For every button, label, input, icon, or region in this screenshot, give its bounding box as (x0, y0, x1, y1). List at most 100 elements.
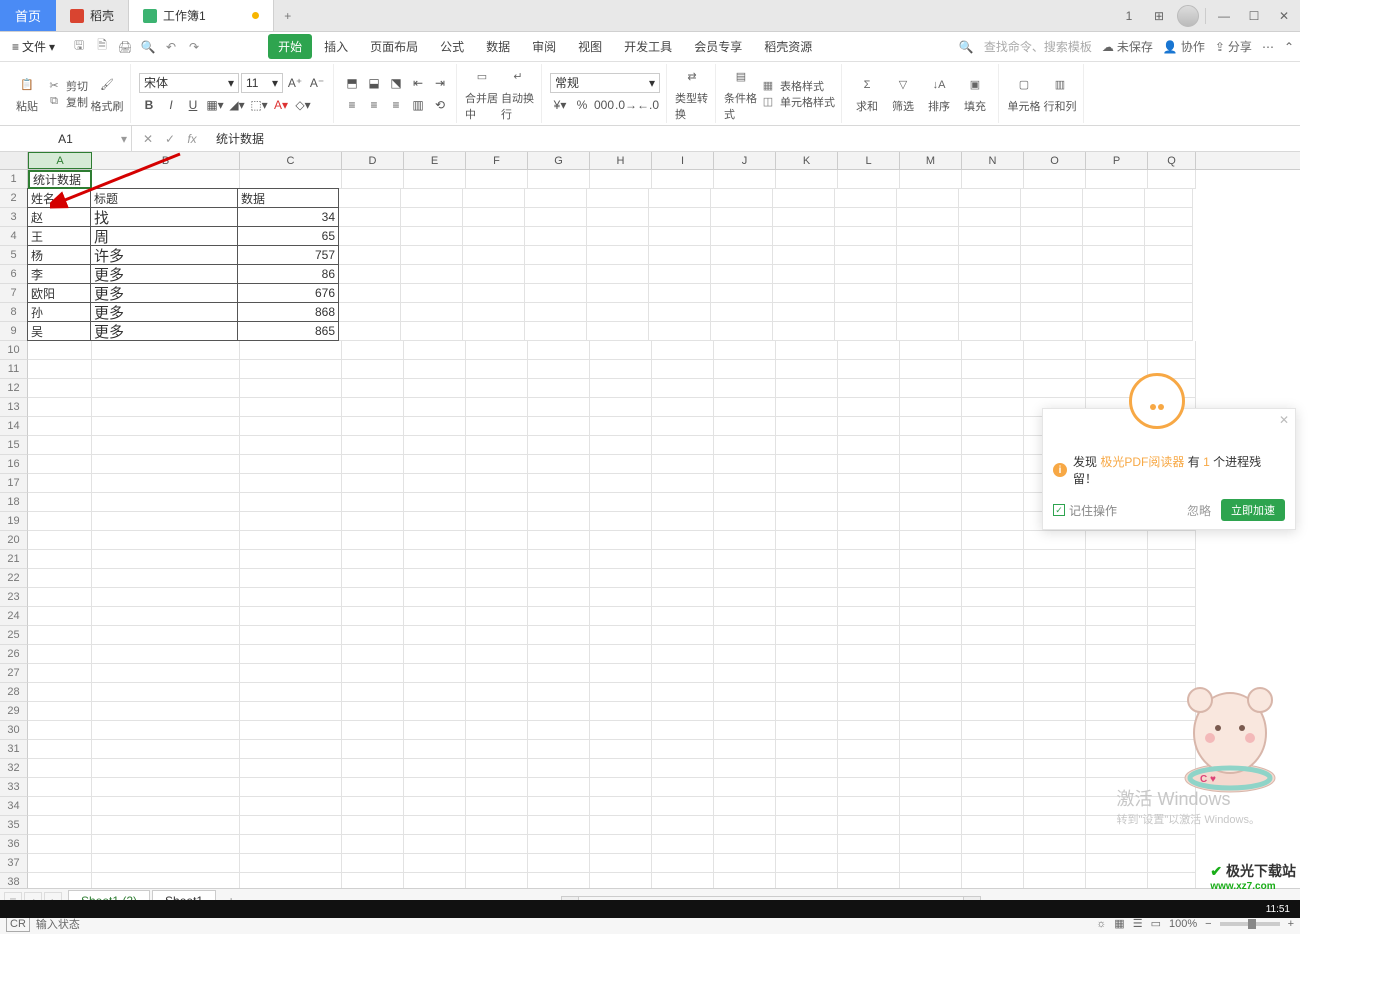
cell[interactable] (652, 398, 714, 417)
cell[interactable] (649, 322, 711, 341)
cell[interactable] (590, 702, 652, 721)
cell[interactable] (776, 569, 838, 588)
align-mid-icon[interactable]: ⬓ (364, 73, 384, 93)
cell[interactable] (240, 721, 342, 740)
cell[interactable] (900, 645, 962, 664)
cell[interactable] (404, 664, 466, 683)
cell[interactable] (1086, 170, 1148, 189)
cell[interactable] (528, 417, 590, 436)
cell[interactable] (28, 398, 92, 417)
cell[interactable] (528, 645, 590, 664)
cell[interactable] (962, 816, 1024, 835)
cell[interactable] (776, 607, 838, 626)
cell[interactable] (776, 588, 838, 607)
cell[interactable] (466, 607, 528, 626)
cell[interactable] (466, 797, 528, 816)
cell[interactable] (1148, 170, 1196, 189)
zoom-slider[interactable] (1220, 922, 1280, 926)
cell[interactable] (838, 341, 900, 360)
cell[interactable] (240, 360, 342, 379)
cell[interactable] (838, 721, 900, 740)
cell[interactable] (466, 493, 528, 512)
cell[interactable] (838, 664, 900, 683)
cell[interactable] (92, 341, 240, 360)
cell[interactable] (404, 702, 466, 721)
cell[interactable] (92, 626, 240, 645)
cell[interactable] (466, 873, 528, 888)
cell[interactable] (466, 626, 528, 645)
cell[interactable] (652, 702, 714, 721)
cell[interactable] (528, 854, 590, 873)
cell[interactable] (1145, 208, 1193, 227)
cell[interactable] (649, 189, 711, 208)
cell[interactable] (28, 341, 92, 360)
cell[interactable] (590, 759, 652, 778)
cell[interactable] (587, 208, 649, 227)
cell[interactable] (714, 550, 776, 569)
cell[interactable] (1148, 531, 1196, 550)
dec-inc-icon[interactable]: .0→ (616, 95, 636, 115)
view-page-icon[interactable]: ☰ (1133, 917, 1143, 930)
cell[interactable] (339, 303, 401, 322)
cell[interactable]: 65 (237, 226, 339, 246)
cell[interactable] (466, 721, 528, 740)
cell[interactable] (652, 607, 714, 626)
cell[interactable] (1024, 664, 1086, 683)
select-all[interactable] (0, 152, 28, 169)
cell[interactable] (528, 816, 590, 835)
cell[interactable] (590, 550, 652, 569)
cell[interactable] (1024, 531, 1086, 550)
fillcolor-button[interactable]: ◢▾ (227, 95, 247, 115)
cell[interactable] (28, 683, 92, 702)
cell[interactable]: 欧阳 (27, 283, 91, 303)
cell[interactable] (714, 740, 776, 759)
cell[interactable] (838, 645, 900, 664)
row-header[interactable]: 7 (0, 284, 28, 303)
unsaved-link[interactable]: ☁未保存 (1102, 38, 1153, 55)
cell[interactable] (404, 417, 466, 436)
row-header[interactable]: 29 (0, 702, 28, 721)
cell[interactable] (463, 246, 525, 265)
cell[interactable] (240, 417, 342, 436)
indent-dec-icon[interactable]: ⇤ (408, 73, 428, 93)
row-header[interactable]: 18 (0, 493, 28, 512)
cell[interactable] (404, 531, 466, 550)
cell[interactable] (1148, 341, 1196, 360)
remember-checkbox[interactable]: ✓记住操作 (1053, 502, 1117, 519)
cell[interactable] (342, 341, 404, 360)
cell[interactable] (528, 664, 590, 683)
cell[interactable] (649, 208, 711, 227)
cell[interactable] (714, 493, 776, 512)
cell-style[interactable]: ◫单元格样式 (760, 94, 835, 110)
cell[interactable] (404, 493, 466, 512)
cell[interactable]: 757 (237, 245, 339, 265)
cell[interactable] (838, 607, 900, 626)
cell[interactable] (714, 170, 776, 189)
underline-button[interactable]: U (183, 95, 203, 115)
cell[interactable] (590, 778, 652, 797)
cell[interactable] (590, 645, 652, 664)
avatar[interactable] (1177, 5, 1199, 27)
cell[interactable] (590, 873, 652, 888)
cell[interactable] (92, 721, 240, 740)
cell[interactable] (404, 797, 466, 816)
indent-inc-icon[interactable]: ⇥ (430, 73, 450, 93)
col-header[interactable]: J (714, 152, 776, 169)
cell[interactable] (652, 664, 714, 683)
cell[interactable] (463, 227, 525, 246)
cell[interactable] (649, 246, 711, 265)
cell[interactable] (240, 683, 342, 702)
row-header[interactable]: 23 (0, 588, 28, 607)
cell[interactable] (962, 531, 1024, 550)
row-header[interactable]: 5 (0, 246, 28, 265)
cell[interactable] (776, 170, 838, 189)
currency-icon[interactable]: ¥▾ (550, 95, 570, 115)
formula-input[interactable]: 统计数据 (208, 130, 1300, 147)
cell[interactable] (1024, 170, 1086, 189)
cell[interactable] (28, 417, 92, 436)
cell[interactable] (463, 208, 525, 227)
cell[interactable] (711, 284, 773, 303)
cell[interactable] (342, 588, 404, 607)
cell[interactable] (240, 607, 342, 626)
cell[interactable] (463, 322, 525, 341)
